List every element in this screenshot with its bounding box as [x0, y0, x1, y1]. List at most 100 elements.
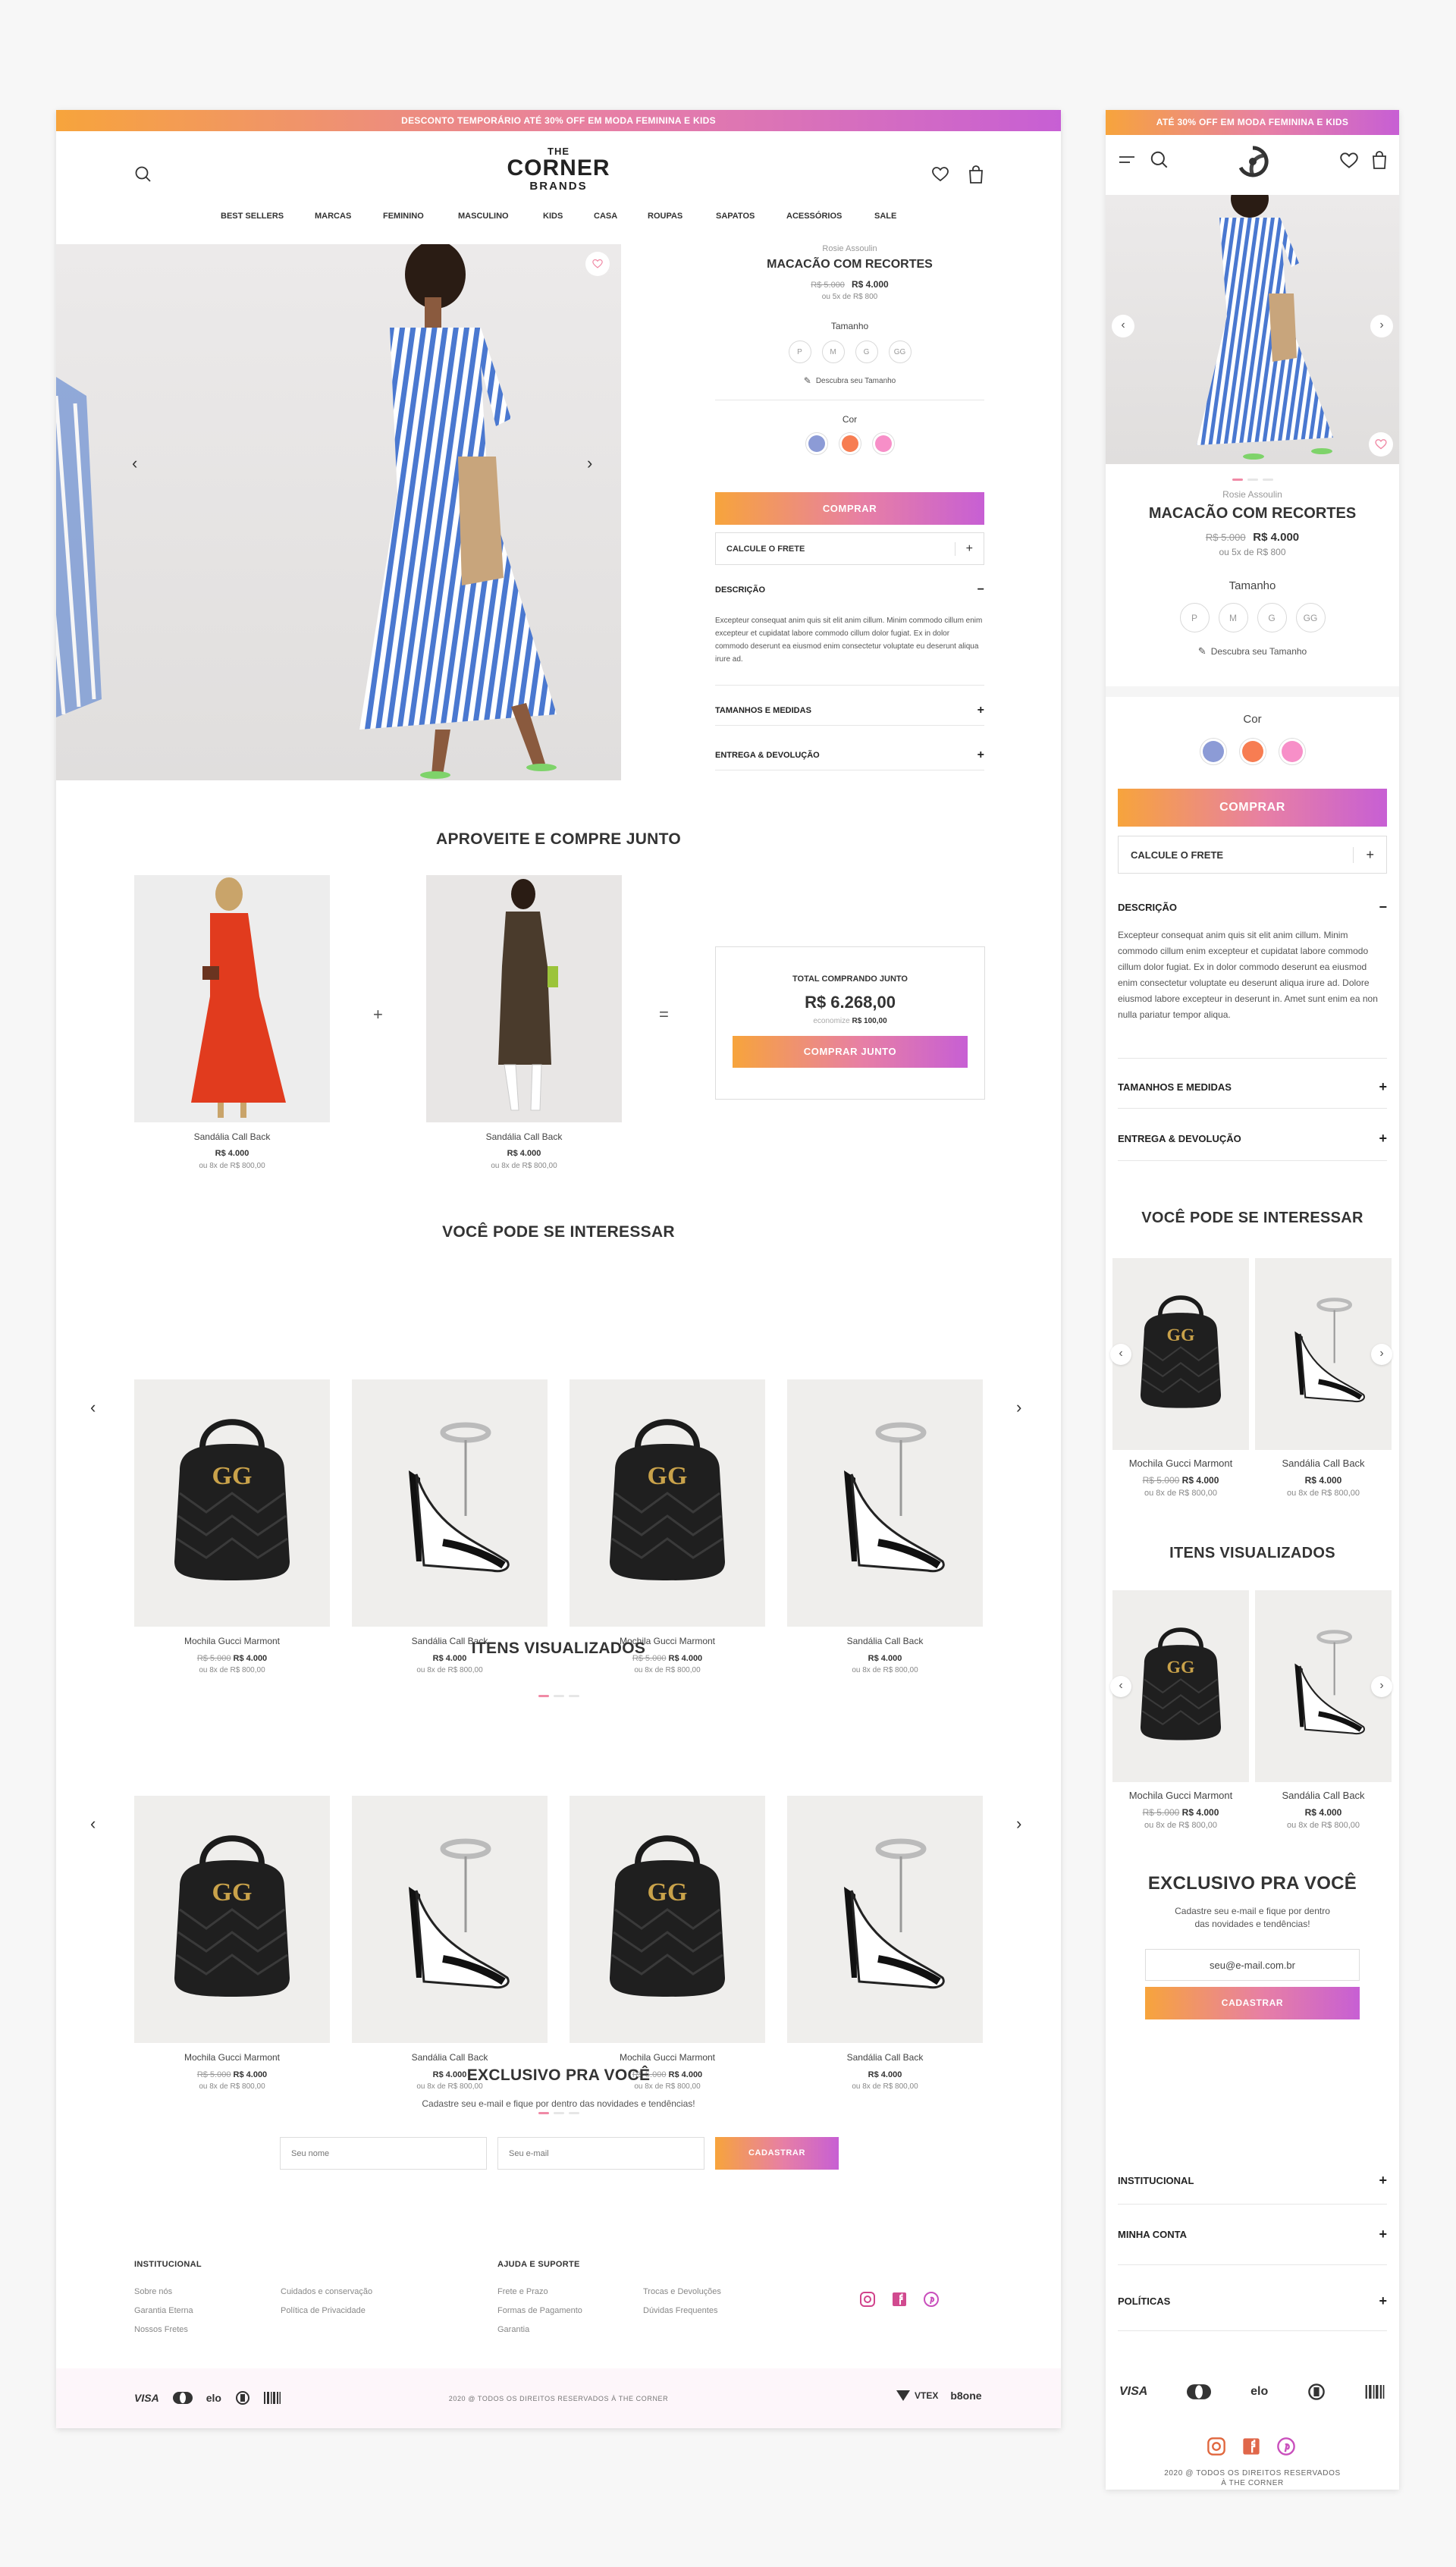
color-swatch-blue[interactable] [1199, 738, 1227, 765]
gallery-main-image[interactable] [208, 244, 621, 780]
size-option[interactable]: M [1218, 603, 1248, 632]
product-card[interactable]: GG Mochila Gucci Marmont R$ 5.000 R$ 4.000… [134, 1379, 330, 1674]
brand-logo-mark[interactable] [1236, 145, 1269, 178]
facebook-icon[interactable] [891, 2291, 908, 2308]
mobile-product-brand[interactable]: Rosie Assoulin [1106, 489, 1399, 500]
size-option[interactable]: G [1257, 603, 1287, 632]
product-card[interactable]: Sandália Call Back R$ 4.000 ou 8x de R$ 80… [787, 1796, 983, 2091]
product-card[interactable]: Sandália Call Back R$ 4.000 ou 8x de R$ 80… [1255, 1590, 1392, 1830]
mobile-buy-button[interactable]: COMPRAR [1118, 789, 1387, 827]
footer-link[interactable]: Política de Privacidade [281, 2302, 372, 2321]
size-option[interactable]: M [821, 340, 845, 363]
accordion-description[interactable]: DESCRIÇÃO − [715, 579, 984, 601]
mobile-size-guide-link[interactable]: ✎ Descubra seu Tamanho [1106, 645, 1399, 657]
newsletter-name-input[interactable] [280, 2137, 487, 2170]
newsletter-email-input[interactable] [497, 2137, 704, 2170]
footer-link[interactable]: Frete e Prazo [497, 2283, 582, 2302]
color-swatch-orange[interactable] [1238, 738, 1266, 765]
buy-together-button[interactable]: COMPRAR JUNTO [733, 1036, 968, 1068]
product-card[interactable]: GG Mochila Gucci Marmont R$ 5.000 R$ 4.000… [570, 1379, 765, 1674]
size-option[interactable]: GG [888, 340, 912, 363]
product-card[interactable]: GG Mochila Gucci Marmont R$ 5.000 R$ 4.000… [570, 1796, 765, 2091]
search-icon[interactable] [133, 165, 153, 184]
footer-link[interactable]: Garantia [497, 2321, 582, 2339]
shipping-calc-field[interactable]: CALCULE O FRETE + [715, 532, 984, 565]
product-card[interactable]: Sandália Call Back R$ 4.000 ou 8x de R$ 80… [787, 1379, 983, 1674]
nav-masculino[interactable]: MASCULINO [458, 212, 509, 221]
pinterest-icon[interactable] [1276, 2437, 1296, 2456]
mobile-shipping-field[interactable]: CALCULE O FRETE + [1118, 836, 1387, 874]
nav-best-sellers[interactable]: BEST SELLERS [221, 212, 284, 221]
product-brand[interactable]: Rosie Assoulin [715, 244, 984, 253]
menu-icon[interactable] [1118, 152, 1138, 168]
newsletter-submit-button[interactable]: CADASTRAR [715, 2137, 839, 2170]
footer-link[interactable]: Garantia Eterna [134, 2302, 193, 2321]
promo-bar[interactable]: DESCONTO TEMPORÁRIO ATÉ 30% OFF EM MODA … [56, 110, 1061, 131]
interest-prev-arrow[interactable]: ‹ [90, 1399, 96, 1416]
instagram-icon[interactable] [1207, 2437, 1226, 2456]
footer-link[interactable]: Dúvidas Frequentes [643, 2302, 721, 2321]
instagram-icon[interactable] [859, 2291, 876, 2308]
product-card[interactable]: GG Mochila Gucci Marmont R$ 5.000 R$ 4.000… [1112, 1590, 1249, 1830]
plus-icon[interactable]: + [954, 541, 973, 556]
heart-icon[interactable] [1338, 150, 1360, 171]
mobile-accordion-delivery[interactable]: ENTREGA & DEVOLUÇÃO + [1118, 1116, 1387, 1161]
mobile-promo-bar[interactable]: ATÉ 30% OFF EM MODA FEMININA E KIDS [1106, 110, 1399, 135]
mobile-footer-institucional[interactable]: INSTITUCIONAL + [1118, 2157, 1387, 2205]
footer-link[interactable]: Nossos Fretes [134, 2321, 193, 2339]
accordion-sizes[interactable]: TAMANHOS E MEDIDAS + [715, 695, 984, 726]
carousel-prev-arrow[interactable]: ‹ [1110, 1675, 1131, 1697]
gallery-prev-arrow[interactable]: ‹ [132, 455, 137, 472]
footer-link[interactable]: Sobre nós [134, 2283, 193, 2302]
nav-casa[interactable]: CASA [594, 212, 617, 221]
mobile-gallery-prev[interactable]: ‹ [1112, 315, 1134, 337]
product-card[interactable]: Sandália Call Back R$ 4.000 ou 8x de R$ 80… [352, 1379, 548, 1674]
mobile-accordion-description[interactable]: DESCRIÇÃO − [1118, 897, 1387, 917]
plus-icon[interactable]: + [1353, 846, 1374, 863]
carousel-prev-arrow[interactable]: ‹ [1110, 1343, 1131, 1365]
nav-feminino[interactable]: FEMININO [383, 212, 424, 221]
buy-button[interactable]: COMPRAR [715, 492, 984, 525]
pinterest-icon[interactable] [923, 2291, 940, 2308]
viewed-prev-arrow[interactable]: ‹ [90, 1815, 96, 1832]
viewed-next-arrow[interactable]: › [1016, 1815, 1021, 1832]
size-option[interactable]: P [788, 340, 811, 363]
bundle-item[interactable]: Sandália Call Back R$ 4.000 ou 8x de R$ … [134, 875, 330, 1170]
footer-link[interactable]: Formas de Pagamento [497, 2302, 582, 2321]
mobile-newsletter-submit[interactable]: CADASTRAR [1145, 1987, 1360, 2019]
vtex-logo[interactable]: VTEX [895, 2390, 938, 2402]
heart-icon[interactable] [930, 165, 950, 184]
bag-icon[interactable] [966, 164, 986, 185]
product-card[interactable]: Sandália Call Back R$ 4.000 ou 8x de R$ 80… [1255, 1258, 1392, 1498]
b8one-logo[interactable]: b8one [950, 2390, 981, 2402]
nav-kids[interactable]: KIDS [543, 212, 563, 221]
brand-logo[interactable]: THE CORNER BRANDS [504, 146, 613, 192]
nav-acessorios[interactable]: ACESSÓRIOS [786, 212, 842, 221]
mobile-wishlist-button[interactable] [1369, 432, 1393, 457]
mobile-accordion-sizes[interactable]: TAMANHOS E MEDIDAS + [1118, 1065, 1387, 1109]
color-swatch-blue[interactable] [805, 432, 828, 455]
size-option[interactable]: GG [1295, 603, 1326, 632]
gallery-next-arrow[interactable]: › [587, 455, 592, 472]
product-card[interactable]: GG Mochila Gucci Marmont R$ 5.000 R$ 4.000… [1112, 1258, 1249, 1498]
facebook-icon[interactable] [1241, 2437, 1261, 2456]
mobile-newsletter-email-input[interactable]: seu@e-mail.com.br [1145, 1949, 1360, 1981]
footer-link[interactable]: Trocas e Devoluções [643, 2283, 721, 2302]
mobile-footer-account[interactable]: MINHA CONTA + [1118, 2205, 1387, 2265]
search-icon[interactable] [1149, 149, 1170, 171]
bundle-item[interactable]: Sandália Call Back R$ 4.000 ou 8x de R$ … [426, 875, 622, 1170]
accordion-delivery[interactable]: ENTREGA & DEVOLUÇÃO + [715, 740, 984, 770]
color-swatch-pink[interactable] [1278, 738, 1306, 765]
size-option[interactable]: G [855, 340, 878, 363]
mobile-gallery-next[interactable]: › [1370, 315, 1393, 337]
size-option[interactable]: P [1179, 603, 1210, 632]
carousel-next-arrow[interactable]: › [1371, 1675, 1392, 1697]
color-swatch-pink[interactable] [871, 432, 895, 455]
mobile-gallery-image[interactable]: ‹ › [1106, 195, 1399, 464]
mobile-footer-policies[interactable]: POLÍTICAS + [1118, 2272, 1387, 2331]
product-card[interactable]: Sandália Call Back R$ 4.000 ou 8x de R$ 80… [352, 1796, 548, 2091]
nav-marcas[interactable]: MARCAS [315, 212, 351, 221]
product-card[interactable]: GG Mochila Gucci Marmont R$ 5.000 R$ 4.000… [134, 1796, 330, 2091]
bag-icon[interactable] [1370, 149, 1389, 171]
interest-pagination[interactable] [56, 1687, 1061, 1701]
